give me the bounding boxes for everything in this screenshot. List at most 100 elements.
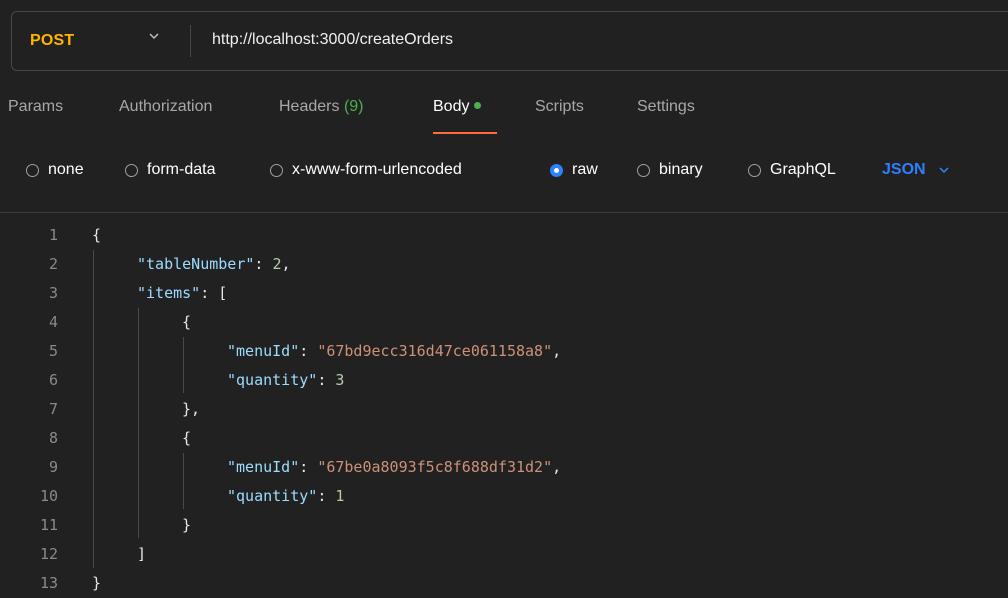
code-token: { [92,226,102,244]
code-line: 2 "tableNumber": 2, [0,250,1008,279]
code-text: "items": [ [137,279,227,308]
code-token: : [317,487,336,505]
chevron-down-icon [939,167,949,174]
line-number: 8 [48,429,58,447]
radio-binary[interactable]: binary [637,157,703,183]
tab-params[interactable]: Params [8,98,63,116]
radio-button-icon[interactable] [270,163,283,177]
radio-none[interactable]: none [26,157,84,183]
line-number: 5 [48,342,58,360]
radio-x-www-form-urlencoded[interactable]: x-www-form-urlencoded [270,157,462,183]
code-token: "menuId" [227,342,300,360]
code-token: ] [137,545,147,563]
code-token: }, [182,400,201,418]
code-token: : [ [200,284,228,302]
code-token: : [299,458,318,476]
radio-button-icon[interactable] [26,163,39,177]
line-number: 6 [48,371,58,389]
request-url-bar: POST http://localhost:3000/createOrders [11,11,1008,71]
radio-button-selected-icon[interactable] [550,163,563,177]
format-label: JSON [882,161,926,178]
code-text: } [92,569,101,598]
code-token: : [317,371,336,389]
code-text: "menuId": "67bd9ecc316d47ce061158a8", [227,337,561,366]
code-text: } [182,511,191,540]
radio-label: none [48,161,84,178]
radio-label: x-www-form-urlencoded [292,161,462,178]
http-method-select[interactable]: POST [30,32,74,50]
code-text: { [182,424,191,453]
url-divider [190,25,191,57]
radio-label: raw [572,161,598,178]
code-token: } [182,516,192,534]
code-line: 3 "items": [ [0,279,1008,308]
radio-label: GraphQL [770,161,836,178]
code-token: "menuId" [227,458,300,476]
code-text: { [92,221,101,250]
code-line: 10 "quantity": 1 [0,482,1008,511]
code-editor[interactable]: 1{2 "tableNumber": 2, 3 "items": [4{5 "menuI… [0,214,1008,596]
code-text: "menuId": "67be0a8093f5c8f688df31d2", [227,453,561,482]
code-token: { [182,313,192,331]
radio-button-icon[interactable] [748,163,761,177]
request-tabs: Params Authorization Headers (9) Body Sc… [0,98,1008,138]
code-text: ] [137,540,146,569]
code-line: 8{ [0,424,1008,453]
line-number: 4 [48,313,58,331]
code-token: : [299,342,318,360]
code-line: 5 "menuId": "67bd9ecc316d47ce061158a8", [0,337,1008,366]
radio-raw[interactable]: raw [550,157,598,183]
active-tab-indicator [433,132,497,134]
code-token: } [92,574,102,592]
code-line: 4{ [0,308,1008,337]
code-token: 2 [272,255,282,273]
radio-graphql[interactable]: GraphQL [748,157,836,183]
radio-button-icon[interactable] [125,163,138,177]
line-number: 13 [39,574,58,592]
tab-scripts[interactable]: Scripts [535,98,584,116]
line-number: 7 [48,400,58,418]
tab-authorization[interactable]: Authorization [119,98,212,116]
code-token: , [552,458,562,476]
code-token: "67be0a8093f5c8f688df31d2" [317,458,553,476]
divider [0,212,1008,213]
code-token: "67bd9ecc316d47ce061158a8" [317,342,553,360]
code-token: { [182,429,192,447]
code-text: "quantity": 3 [227,366,344,395]
tab-body[interactable]: Body [433,98,482,116]
line-number: 11 [39,516,58,534]
url-input[interactable]: http://localhost:3000/createOrders [212,31,453,49]
radio-button-icon[interactable] [637,163,650,177]
body-type-selector: none form-data x-www-form-urlencoded raw… [0,157,1008,187]
line-number: 12 [39,545,58,563]
line-number: 1 [48,226,58,244]
code-token: "quantity" [227,371,318,389]
line-number: 2 [48,255,58,273]
headers-count-badge: (9) [343,98,364,115]
code-line: 13} [0,569,1008,598]
chevron-down-icon[interactable] [148,30,160,42]
code-text: "quantity": 1 [227,482,344,511]
radio-label: binary [659,161,703,178]
code-line: 7}, [0,395,1008,424]
code-token: 3 [335,371,345,389]
code-token: "quantity" [227,487,318,505]
code-line: 11} [0,511,1008,540]
line-number: 3 [48,284,58,302]
code-token: : [254,255,273,273]
body-modified-dot-icon [474,102,482,110]
format-select[interactable]: JSON [882,157,950,183]
code-line: 1{ [0,221,1008,250]
tab-settings[interactable]: Settings [637,98,695,116]
code-token: "items" [137,284,201,302]
code-token: "tableNumber" [137,255,255,273]
code-line: 9 "menuId": "67be0a8093f5c8f688df31d2", [0,453,1008,482]
line-number: 10 [39,487,58,505]
code-line: 6 "quantity": 3 [0,366,1008,395]
radio-form-data[interactable]: form-data [125,157,215,183]
tab-headers[interactable]: Headers (9) [279,98,364,116]
code-token: , [281,255,291,273]
line-number: 9 [48,458,58,476]
code-text: }, [182,395,200,424]
code-line: 12] [0,540,1008,569]
